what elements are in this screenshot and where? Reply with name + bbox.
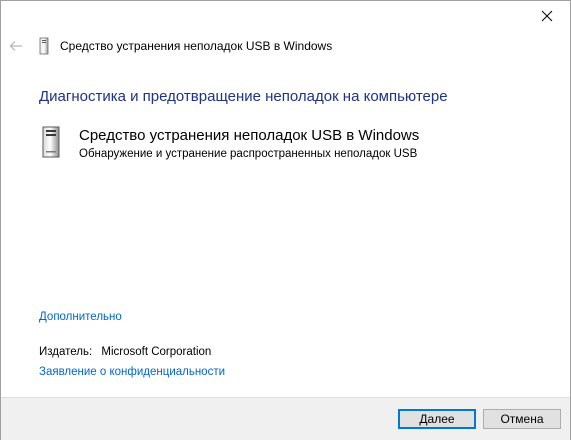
advanced-link[interactable]: Дополнительно [39, 311, 122, 323]
next-button[interactable]: Далее [398, 409, 476, 429]
wizard-footer: Далее Отмена [1, 397, 570, 440]
page-heading: Диагностика и предотвращение неполадок н… [39, 88, 448, 105]
troubleshooter-description: Обнаружение и устранение распространенны… [79, 148, 418, 160]
close-button[interactable] [524, 1, 570, 31]
publisher-label: Издатель: [39, 346, 93, 358]
header-title: Средство устранения неполадок USB в Wind… [60, 39, 333, 53]
wizard-window: Средство устранения неполадок USB в Wind… [0, 0, 571, 440]
close-icon [541, 10, 553, 22]
title-bar [1, 1, 570, 33]
cancel-button[interactable]: Отмена [483, 409, 561, 429]
back-arrow-icon [9, 41, 22, 51]
back-button[interactable] [5, 35, 27, 57]
troubleshooter-name: Средство устранения неполадок USB в Wind… [79, 127, 420, 144]
usb-device-icon [42, 126, 60, 158]
wizard-header: Средство устранения неполадок USB в Wind… [1, 33, 570, 61]
usb-device-icon [39, 37, 49, 55]
publisher-value: Microsoft Corporation [101, 346, 212, 358]
publisher-row: Издатель: Microsoft Corporation [39, 346, 211, 358]
privacy-statement-link[interactable]: Заявление о конфиденциальности [39, 366, 225, 378]
